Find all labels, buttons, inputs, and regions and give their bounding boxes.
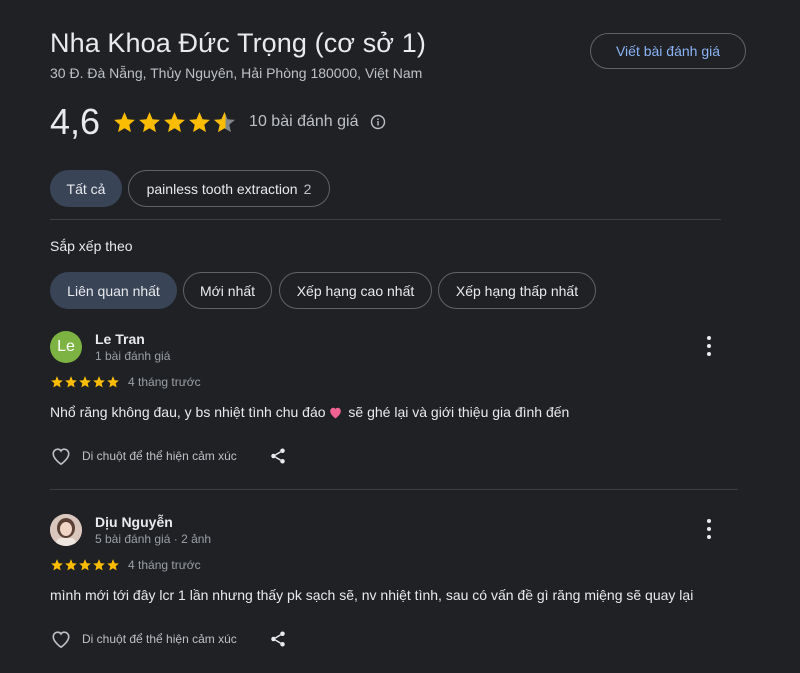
share-icon[interactable] — [269, 447, 287, 465]
review-actions: Di chuột để thể hiện cảm xúc — [50, 629, 287, 649]
reviewer-meta: 5 bài đánh giá · 2 ảnh — [95, 532, 212, 546]
review-stars: 4 tháng trước — [50, 375, 201, 389]
sort-label: Sắp xếp theo — [50, 238, 133, 254]
reviewer-name[interactable]: Dịu Nguyễn — [95, 514, 173, 530]
star-icon — [164, 111, 185, 132]
more-options-icon[interactable] — [700, 519, 718, 539]
react-label: Di chuột để thể hiện cảm xúc — [82, 449, 237, 463]
heart-outline-icon[interactable] — [50, 629, 72, 649]
review-text-part: Nhổ răng không đau, y bs nhiệt tình chu … — [50, 404, 326, 420]
star-icon — [93, 559, 105, 571]
review-item: Le Le Tran 1 bài đánh giá 4 tháng trước … — [50, 331, 740, 481]
divider — [50, 219, 721, 220]
star-icon — [65, 376, 77, 388]
filter-chip-all-label: Tất cả — [66, 180, 106, 197]
rating-stars — [112, 110, 237, 135]
avatar[interactable]: Le — [50, 331, 82, 363]
sort-option-label: Xếp hạng thấp nhất — [455, 282, 579, 299]
heart-emoji-icon — [329, 407, 341, 419]
star-icon — [79, 376, 91, 388]
filter-chip-all[interactable]: Tất cả — [50, 170, 122, 207]
star-icon — [93, 376, 105, 388]
star-icon — [51, 376, 63, 388]
review-text: Nhổ răng không đau, y bs nhiệt tình chu … — [50, 404, 569, 420]
sort-option-label: Xếp hạng cao nhất — [296, 282, 415, 299]
place-address: 30 Đ. Đà Nẵng, Thủy Nguyên, Hải Phòng 18… — [50, 65, 423, 81]
place-title: Nha Khoa Đức Trọng (cơ sở 1) — [50, 28, 426, 58]
rating-summary: 4,6 10 bài đánh giá — [50, 100, 386, 144]
reviews-panel: Nha Khoa Đức Trọng (cơ sở 1) 30 Đ. Đà Nẵ… — [0, 0, 800, 673]
sort-option-label: Mới nhất — [199, 282, 256, 299]
sort-option-highest[interactable]: Xếp hạng cao nhất — [279, 272, 432, 309]
avatar[interactable] — [50, 514, 82, 546]
sort-option-relevant[interactable]: Liên quan nhất — [50, 272, 177, 309]
heart-outline-icon[interactable] — [50, 446, 72, 466]
sort-option-lowest[interactable]: Xếp hạng thấp nhất — [438, 272, 596, 309]
star-icon — [107, 559, 119, 571]
share-icon[interactable] — [269, 630, 287, 648]
reviewer-name[interactable]: Le Tran — [95, 331, 145, 347]
review-item: Dịu Nguyễn 5 bài đánh giá · 2 ảnh 4 thán… — [50, 514, 740, 664]
sort-option-label: Liên quan nhất — [67, 282, 160, 299]
filter-chip-topic-count: 2 — [303, 180, 312, 197]
star-icon — [139, 111, 160, 132]
review-time: 4 tháng trước — [128, 375, 201, 389]
star-icon — [79, 559, 91, 571]
divider — [50, 489, 738, 490]
review-time: 4 tháng trước — [128, 558, 201, 572]
review-text-part: sẽ ghé lại và giới thiệu gia đình đến — [344, 404, 570, 420]
filter-chip-topic[interactable]: painless tooth extraction 2 — [128, 170, 330, 207]
sort-option-newest[interactable]: Mới nhất — [183, 272, 272, 309]
half-star-icon — [214, 111, 235, 132]
react-label: Di chuột để thể hiện cảm xúc — [82, 632, 237, 646]
rating-value: 4,6 — [50, 101, 101, 142]
review-text: mình mới tới đây lcr 1 lần nhưng thấy pk… — [50, 587, 694, 603]
info-icon[interactable] — [370, 114, 386, 130]
filter-chip-topic-label: painless tooth extraction — [146, 180, 298, 197]
review-count: 10 bài đánh giá — [249, 113, 359, 130]
more-options-icon[interactable] — [700, 336, 718, 356]
review-stars: 4 tháng trước — [50, 558, 201, 572]
star-icon — [189, 111, 210, 132]
review-actions: Di chuột để thể hiện cảm xúc — [50, 446, 287, 466]
star-icon — [114, 111, 135, 132]
write-review-button[interactable]: Viết bài đánh giá — [590, 33, 746, 69]
reviewer-meta: 1 bài đánh giá — [95, 349, 171, 363]
star-icon — [65, 559, 77, 571]
avatar-photo — [50, 514, 82, 546]
star-icon — [107, 376, 119, 388]
star-icon — [51, 559, 63, 571]
